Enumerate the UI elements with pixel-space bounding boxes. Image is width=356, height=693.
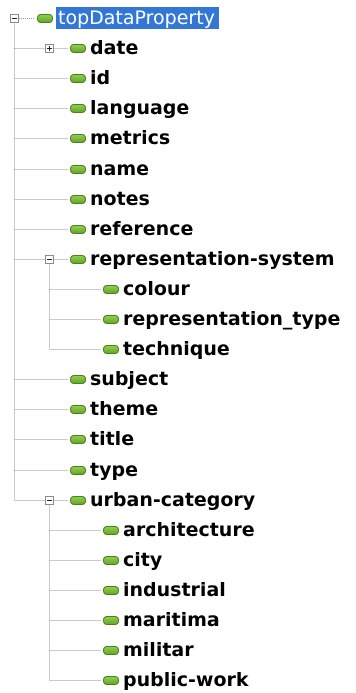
collapse-toggle-icon[interactable] — [10, 14, 19, 23]
tree-node-label: public-work — [123, 669, 249, 691]
tree-node-label: city — [123, 549, 163, 571]
tree-node-label: theme — [90, 398, 159, 420]
data-property-icon — [70, 103, 86, 113]
tree-node-public-work[interactable]: public-work — [103, 669, 251, 691]
tree-node-label: type — [90, 459, 138, 481]
tree-node-notes[interactable]: notes — [70, 188, 152, 210]
data-property-icon — [70, 254, 86, 264]
tree-node-representation-type[interactable]: representation_type — [103, 308, 342, 330]
tree-node-label: representation-system — [90, 248, 335, 270]
tree-node-label: title — [90, 428, 135, 450]
tree-node-city[interactable]: city — [103, 549, 164, 571]
data-property-icon — [103, 525, 119, 535]
data-property-icon — [103, 314, 119, 324]
tree-node-label: industrial — [123, 579, 226, 601]
data-property-icon — [70, 404, 86, 414]
data-property-icon — [103, 675, 119, 685]
data-property-icon — [103, 615, 119, 625]
tree-node-type[interactable]: type — [70, 459, 140, 481]
data-property-icon — [70, 133, 86, 143]
tree-node-label: notes — [90, 188, 150, 210]
expand-toggle-icon[interactable] — [45, 44, 54, 53]
tree-node-label: subject — [90, 368, 169, 390]
tree-node-label: topDataProperty — [56, 7, 219, 29]
tree-node-industrial[interactable]: industrial — [103, 579, 228, 601]
data-property-icon — [70, 73, 86, 83]
tree-node-militar[interactable]: militar — [103, 639, 196, 661]
tree-node-metrics[interactable]: metrics — [70, 127, 172, 149]
tree-node-title[interactable]: title — [70, 428, 136, 450]
tree-node-technique[interactable]: technique — [103, 338, 232, 360]
tree-node-topdataproperty[interactable]: topDataProperty — [37, 7, 219, 29]
data-property-icon — [70, 374, 86, 384]
tree-node-subject[interactable]: subject — [70, 368, 170, 390]
tree-node-label: reference — [90, 218, 194, 240]
data-property-icon — [70, 495, 86, 505]
tree-node-label: militar — [123, 639, 194, 661]
data-property-icon — [103, 284, 119, 294]
tree-node-date[interactable]: date — [70, 37, 140, 59]
tree-node-label: language — [90, 97, 190, 119]
data-property-icon — [70, 43, 86, 53]
data-property-icon — [103, 555, 119, 565]
tree-node-colour[interactable]: colour — [103, 278, 192, 300]
tree-node-label: date — [90, 37, 139, 59]
data-property-icon — [70, 434, 86, 444]
tree-node-label: urban-category — [90, 489, 256, 511]
tree-node-label: id — [90, 67, 111, 89]
tree-node-maritima[interactable]: maritima — [103, 609, 222, 631]
tree-node-urban-category[interactable]: urban-category — [70, 489, 257, 511]
data-property-icon — [103, 344, 119, 354]
tree-node-name[interactable]: name — [70, 158, 151, 180]
tree-node-label: name — [90, 158, 150, 180]
tree-node-label: colour — [123, 278, 190, 300]
tree-node-reference[interactable]: reference — [70, 218, 195, 240]
collapse-toggle-icon[interactable] — [45, 496, 54, 505]
tree-node-representation-system[interactable]: representation-system — [70, 248, 337, 270]
data-property-icon — [37, 13, 53, 23]
collapse-toggle-icon[interactable] — [45, 255, 54, 264]
data-property-icon — [70, 194, 86, 204]
tree-node-theme[interactable]: theme — [70, 398, 160, 420]
data-property-icon — [70, 465, 86, 475]
tree-node-architecture[interactable]: architecture — [103, 519, 257, 541]
data-property-icon — [103, 645, 119, 655]
data-property-icon — [103, 585, 119, 595]
data-property-icon — [70, 224, 86, 234]
data-property-icon — [70, 164, 86, 174]
tree-node-label: architecture — [123, 519, 255, 541]
data-property-tree[interactable]: topDataProperty date id language metrics name… — [0, 0, 356, 693]
tree-node-label: representation_type — [123, 308, 341, 330]
tree-node-label: maritima — [123, 609, 220, 631]
tree-node-language[interactable]: language — [70, 97, 191, 119]
tree-node-label: technique — [123, 338, 230, 360]
tree-node-id[interactable]: id — [70, 67, 112, 89]
tree-node-label: metrics — [90, 127, 171, 149]
